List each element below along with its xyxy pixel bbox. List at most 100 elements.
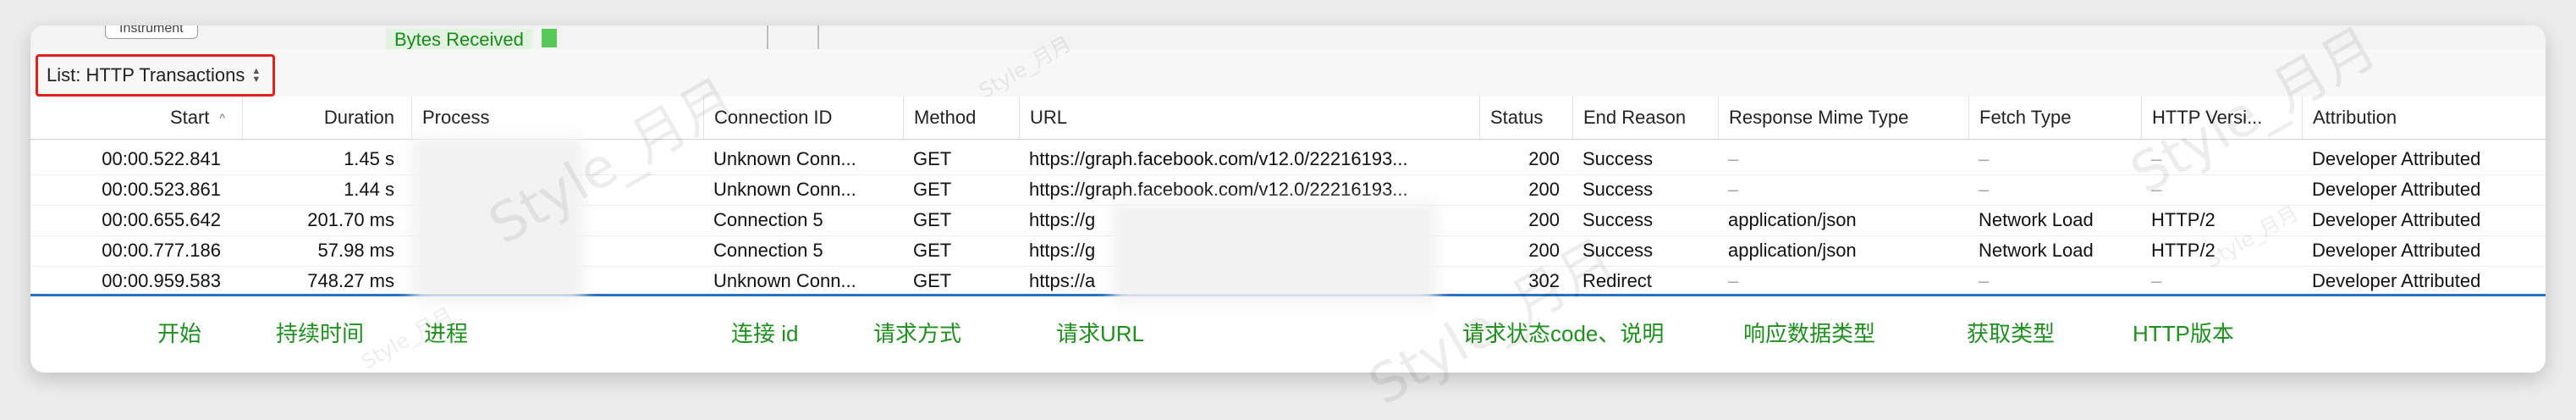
cell-connection-id: Unknown Conn...: [713, 270, 856, 291]
cell-end-reason: Success: [1582, 240, 1654, 261]
cell-end-reason: Success: [1582, 179, 1654, 200]
cell-start: 00:00.523.861: [102, 179, 221, 200]
detail-toolbar: List: HTTP Transactions ▲ ▼: [30, 49, 2546, 97]
column-header-response-mime-type[interactable]: Response Mime Type: [1718, 97, 1968, 139]
cell-fetch-type: –: [1979, 148, 1990, 169]
cell-mime-type: –: [1728, 270, 1739, 291]
track-divider: [767, 25, 768, 49]
instrument-chip[interactable]: Instrument: [105, 25, 198, 39]
cell-connection-id: Connection 5: [713, 240, 823, 261]
column-header-method[interactable]: Method: [903, 97, 1019, 139]
annotation-duration: 持续时间: [276, 321, 365, 346]
cell-http-version: –: [2151, 270, 2162, 291]
column-header-label: Response Mime Type: [1729, 107, 1909, 128]
cell-end-reason: Success: [1582, 148, 1654, 169]
annotation-status: 请求状态code、说明: [1462, 321, 1665, 346]
column-header-label: Attribution: [2313, 107, 2397, 128]
table-row[interactable]: 00:00.523.861 1.44 s Unknown Conn... GET…: [30, 174, 2546, 206]
cell-fetch-type: Network Load: [1979, 209, 2094, 230]
cell-status: 200: [1528, 179, 1560, 200]
track-divider: [817, 25, 819, 49]
cell-fetch-type: Network Load: [1979, 240, 2094, 261]
cell-start: 00:00.655.642: [102, 209, 221, 230]
cell-attribution: Developer Attributed: [2312, 179, 2481, 200]
cell-method: GET: [913, 148, 952, 169]
cell-end-reason: Redirect: [1582, 270, 1652, 291]
bytes-received-bar: [542, 29, 557, 47]
cell-http-version: –: [2151, 148, 2162, 169]
cell-mime-type: application/json: [1728, 240, 1857, 261]
annotation-url: 请求URL: [1056, 321, 1145, 346]
cell-duration: 201.70 ms: [307, 209, 394, 230]
cell-start: 00:00.522.841: [102, 148, 221, 169]
column-header-process[interactable]: Process: [411, 97, 703, 139]
chinese-annotations: 开始 持续时间 进程 连接 id 请求方式 请求URL 请求状态code、说明 …: [30, 305, 2546, 356]
cell-method: GET: [913, 240, 952, 261]
redaction-blur: [1122, 212, 1427, 293]
list-type-selector-label: List: HTTP Transactions: [47, 64, 245, 86]
column-header-label: URL: [1030, 107, 1068, 128]
column-header-label: Fetch Type: [1979, 107, 2072, 128]
cell-url: https://graph.facebook.com/v12.0/2221619…: [1029, 148, 1408, 169]
cell-fetch-type: –: [1979, 179, 1990, 200]
column-header-label: Start: [169, 107, 210, 128]
cell-status: 302: [1528, 270, 1560, 291]
column-header-label: HTTP Versi...: [2152, 107, 2263, 128]
cell-mime-type: application/json: [1728, 209, 1857, 230]
column-header-label: Process: [422, 107, 490, 128]
sort-ascending-icon: ^: [219, 111, 225, 124]
column-header-url[interactable]: URL: [1019, 97, 1479, 139]
upper-track-strip: Instrument Bytes Received: [30, 25, 2546, 51]
cell-connection-id: Unknown Conn...: [713, 179, 856, 200]
annotation-process: 进程: [424, 321, 469, 346]
cell-connection-id: Unknown Conn...: [713, 148, 856, 169]
table-header: Start ^ Duration Process Connection ID M…: [30, 97, 2546, 140]
column-header-end-reason[interactable]: End Reason: [1572, 97, 1718, 139]
annotation-fetch-type: 获取类型: [1967, 321, 2056, 346]
annotation-mime-type: 响应数据类型: [1743, 321, 1876, 346]
instruments-window: Instrument Bytes Received List: HTTP Tra…: [30, 25, 2546, 373]
cell-status: 200: [1528, 240, 1560, 261]
column-header-attribution[interactable]: Attribution: [2302, 97, 2546, 139]
cell-attribution: Developer Attributed: [2312, 209, 2481, 230]
column-header-http-version[interactable]: HTTP Versi...: [2141, 97, 2302, 139]
cell-method: GET: [913, 179, 952, 200]
cell-mime-type: –: [1728, 179, 1739, 200]
cell-http-version: HTTP/2: [2151, 209, 2215, 230]
cell-method: GET: [913, 270, 952, 291]
cell-duration: 1.44 s: [344, 179, 394, 200]
cell-start: 00:00.959.583: [102, 270, 221, 291]
cell-attribution: Developer Attributed: [2312, 240, 2481, 261]
bytes-received-label: Bytes Received: [386, 29, 532, 51]
cell-duration: 57.98 ms: [317, 240, 395, 261]
annotation-method: 请求方式: [873, 321, 962, 346]
column-header-label: Method: [914, 107, 977, 128]
annotation-start: 开始: [157, 321, 202, 346]
cell-http-version: HTTP/2: [2151, 240, 2215, 261]
cell-status: 200: [1528, 209, 1560, 230]
cell-status: 200: [1528, 148, 1560, 169]
cell-attribution: Developer Attributed: [2312, 148, 2481, 169]
column-header-start[interactable]: Start ^: [30, 97, 242, 139]
column-header-fetch-type[interactable]: Fetch Type: [1968, 97, 2141, 139]
redaction-blur: [421, 147, 574, 291]
column-header-label: Duration: [323, 107, 394, 128]
cell-url: https://graph.facebook.com/v12.0/2221619…: [1029, 179, 1408, 200]
column-header-status[interactable]: Status: [1479, 97, 1572, 139]
annotation-connection-id: 连接 id: [731, 321, 799, 346]
list-type-selector[interactable]: List: HTTP Transactions ▲ ▼: [36, 54, 276, 97]
column-header-label: Connection ID: [714, 107, 833, 128]
table-row[interactable]: 00:00.522.841 1.45 s Unknown Conn... GET…: [30, 144, 2546, 175]
cell-mime-type: –: [1728, 148, 1739, 169]
column-header-duration[interactable]: Duration: [242, 97, 411, 139]
cell-duration: 1.45 s: [344, 148, 394, 169]
cell-end-reason: Success: [1582, 209, 1654, 230]
chevron-updown-icon: ▲ ▼: [251, 66, 261, 85]
cell-method: GET: [913, 209, 952, 230]
cell-fetch-type: –: [1979, 270, 1990, 291]
cell-http-version: –: [2151, 179, 2162, 200]
column-header-label: End Reason: [1583, 107, 1687, 128]
column-header-connection-id[interactable]: Connection ID: [703, 97, 903, 139]
cell-connection-id: Connection 5: [713, 209, 823, 230]
cell-duration: 748.27 ms: [307, 270, 394, 291]
